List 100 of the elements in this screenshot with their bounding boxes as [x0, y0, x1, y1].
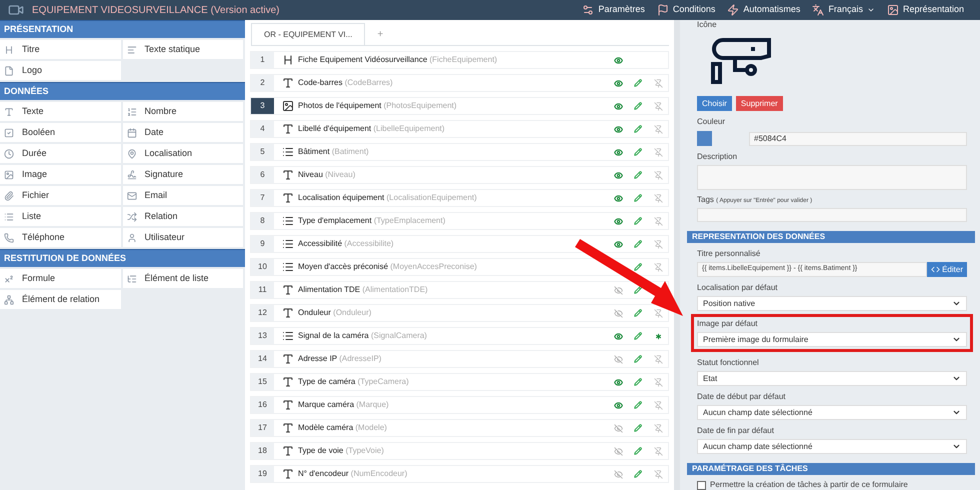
eye-icon[interactable]	[614, 194, 622, 202]
pin-off-icon[interactable]	[654, 78, 662, 88]
pin-off-icon[interactable]	[654, 378, 662, 386]
eye-icon[interactable]	[614, 148, 622, 156]
field-label[interactable]: Onduleur (Onduleur)	[298, 307, 372, 319]
palette-item[interactable]: Texte statique	[122, 40, 243, 59]
eye-icon[interactable]	[614, 240, 622, 248]
palette-item[interactable]: Utilisateur	[122, 228, 243, 247]
field-label[interactable]: Alimentation TDE (AlimentationTDE)	[298, 284, 428, 296]
palette-item[interactable]: Relation	[122, 207, 243, 226]
select-field[interactable]: Aucun champ date sélectionné	[697, 405, 967, 420]
color-field[interactable]: #5084C4	[749, 132, 967, 146]
eye-icon[interactable]	[614, 332, 622, 340]
pin-off-icon[interactable]	[654, 216, 662, 226]
palette-item[interactable]: Fichier	[0, 186, 120, 205]
palette-item[interactable]: Durée	[0, 144, 120, 163]
pencil-icon[interactable]	[634, 470, 642, 478]
pencil-icon[interactable]	[634, 286, 642, 294]
field-label[interactable]: Signal de la caméra (SignalCamera)	[298, 330, 427, 342]
pencil-icon[interactable]	[634, 263, 642, 271]
eye-icon[interactable]	[614, 378, 622, 386]
palette-item[interactable]: Téléphone	[0, 228, 120, 247]
palette-item[interactable]: Localisation	[122, 144, 243, 163]
eye-icon[interactable]	[614, 216, 622, 226]
palette-item[interactable]: Texte	[0, 102, 120, 121]
pin-off-icon[interactable]	[654, 170, 662, 180]
delete-button[interactable]: Supprimer	[736, 96, 783, 111]
eye-icon[interactable]	[614, 400, 622, 410]
tags-field[interactable]	[697, 208, 967, 222]
eye-icon[interactable]	[614, 56, 622, 64]
palette-item[interactable]: Booléen	[0, 123, 120, 142]
field-label[interactable]: Bâtiment (Batiment)	[298, 146, 369, 158]
palette-item[interactable]: Élément de relation	[0, 290, 120, 309]
field-label[interactable]: Moyen d'accès préconisé (MoyenAccesPreconise)	[298, 261, 477, 273]
palette-item[interactable]: Date	[122, 123, 243, 142]
pencil-icon[interactable]	[634, 79, 642, 87]
pencil-icon[interactable]	[634, 447, 642, 455]
palette-item[interactable]: Nombre	[122, 102, 243, 121]
eye-off-icon[interactable]	[614, 424, 622, 432]
pin-off-icon[interactable]	[654, 308, 662, 318]
field-label[interactable]: Type d'emplacement (TypeEmplacement)	[298, 215, 446, 227]
eye-off-icon[interactable]	[614, 470, 622, 478]
field-label[interactable]: Libellé d'équipement (LibelleEquipement)	[298, 123, 445, 135]
pin-off-icon[interactable]	[654, 446, 662, 456]
pin-off-icon[interactable]	[654, 470, 662, 478]
pin-off-icon[interactable]	[654, 354, 662, 364]
palette-item[interactable]: Email	[122, 186, 243, 205]
field-label[interactable]: Code-barres (CodeBarres)	[298, 77, 393, 89]
pencil-icon[interactable]	[634, 148, 642, 156]
form-tab[interactable]: OR - EQUIPEMENT VI...	[251, 23, 366, 45]
eye-off-icon[interactable]	[614, 286, 622, 294]
eye-icon[interactable]	[614, 170, 622, 180]
pencil-icon[interactable]	[634, 355, 642, 363]
menu-button[interactable]: Représentation	[886, 3, 964, 17]
pencil-icon[interactable]	[634, 194, 642, 202]
pencil-icon[interactable]	[634, 125, 642, 133]
palette-item[interactable]: Logo	[0, 61, 120, 80]
pencil-icon[interactable]	[634, 424, 642, 432]
edit-button[interactable]: Éditer	[927, 262, 967, 277]
field-label[interactable]: Modèle caméra (Modele)	[298, 422, 387, 434]
select-field[interactable]: Aucun champ date sélectionné	[697, 439, 967, 454]
palette-item[interactable]: Liste	[0, 207, 120, 226]
color-swatch[interactable]	[697, 131, 712, 146]
pencil-icon[interactable]	[634, 217, 642, 225]
pin-off-icon[interactable]	[654, 194, 662, 202]
description-field[interactable]	[697, 165, 967, 190]
menu-button[interactable]: Paramètres	[582, 3, 645, 17]
eye-icon[interactable]	[614, 78, 622, 88]
pencil-icon[interactable]	[634, 401, 642, 409]
field-label[interactable]: Accessibilité (Accessibilite)	[298, 238, 394, 250]
pencil-icon[interactable]	[634, 240, 642, 248]
eye-icon[interactable]	[614, 102, 622, 110]
palette-item[interactable]: Signature	[122, 165, 243, 184]
field-label[interactable]: Fiche Equipement Vidéosurveillance (FicheEquipement)	[298, 54, 498, 66]
menu-button[interactable]: Français	[812, 3, 875, 17]
asterisk-icon[interactable]	[654, 332, 662, 340]
pencil-icon[interactable]	[634, 171, 642, 179]
pin-off-icon[interactable]	[654, 124, 662, 134]
pin-off-icon[interactable]	[654, 400, 662, 410]
menu-button[interactable]: Conditions	[656, 3, 716, 17]
pin-off-icon[interactable]	[654, 424, 662, 432]
pin-off-icon[interactable]	[654, 262, 662, 272]
eye-off-icon[interactable]	[614, 354, 622, 364]
pin-off-icon[interactable]	[654, 102, 662, 110]
pencil-icon[interactable]	[634, 378, 642, 386]
field-label[interactable]: Type de caméra (TypeCamera)	[298, 376, 409, 388]
select-field[interactable]: Etat	[697, 371, 967, 386]
field-label[interactable]: N° d'encodeur (NumEncodeur)	[298, 468, 408, 480]
field-label[interactable]: Localisation équipement (LocalisationEquipement)	[298, 192, 477, 204]
field-label[interactable]: Adresse IP (AdresseIP)	[298, 353, 382, 365]
eye-off-icon[interactable]	[614, 446, 622, 456]
palette-item[interactable]: Formule	[0, 269, 120, 288]
field-label[interactable]: Type de voie (TypeVoie)	[298, 445, 384, 457]
pin-off-icon[interactable]	[654, 240, 662, 248]
field-label[interactable]: Marque caméra (Marque)	[298, 399, 389, 411]
task-checkbox[interactable]	[697, 480, 706, 490]
eye-off-icon[interactable]	[614, 308, 622, 318]
palette-item[interactable]: Image	[0, 165, 120, 184]
palette-item[interactable]: Titre	[0, 40, 120, 59]
pencil-icon[interactable]	[634, 309, 642, 317]
